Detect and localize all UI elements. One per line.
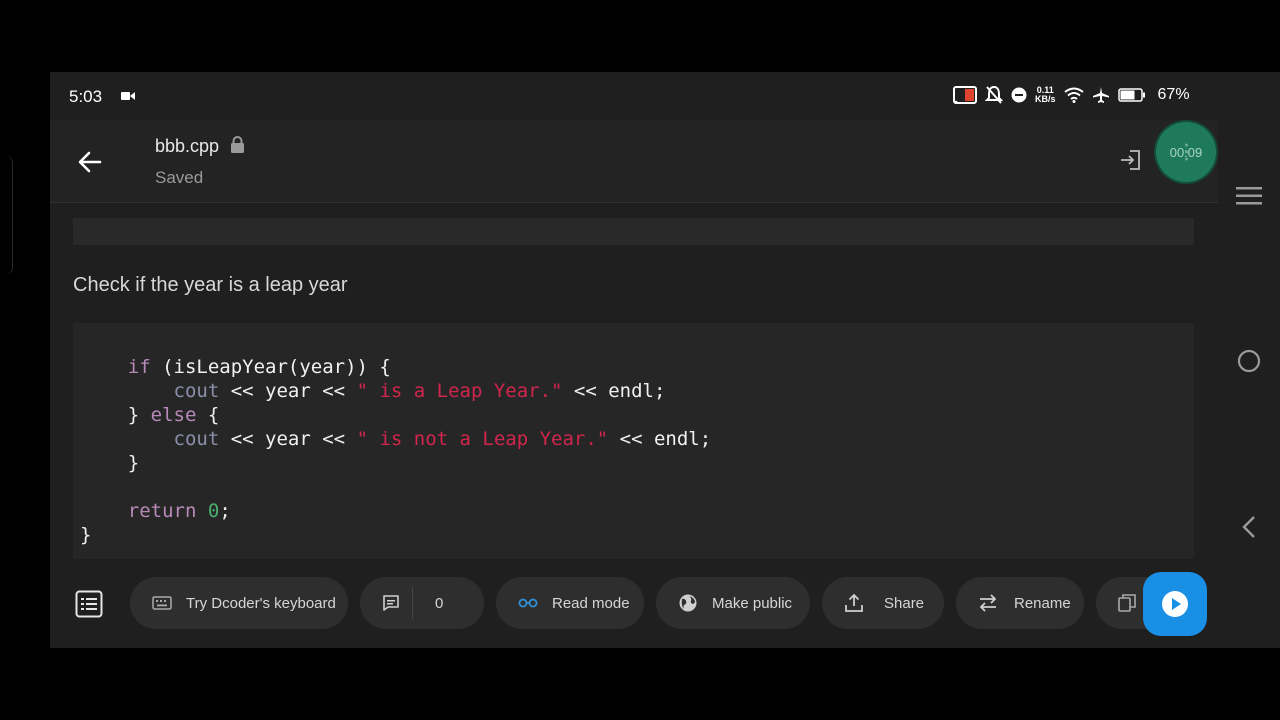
code-line: return 0; xyxy=(127,500,231,522)
battery-percentage: 67% xyxy=(1157,86,1190,103)
cast-icon xyxy=(953,86,977,104)
share-label: Share xyxy=(884,594,925,612)
system-icons: 0.11 KB/s 67% xyxy=(953,85,1190,105)
bottom-toolbar: Try Dcoder's keyboard 0 Read mode Make p… xyxy=(50,559,1218,648)
screen-record-timer[interactable]: 00:09 xyxy=(1156,122,1216,182)
code-line: } else { xyxy=(82,404,220,426)
comments-button[interactable]: 0 xyxy=(360,577,484,629)
video-camera-icon xyxy=(121,92,135,100)
read-mode-button[interactable]: Read mode xyxy=(496,577,644,629)
read-mode-label: Read mode xyxy=(552,594,630,612)
comments-count: 0 xyxy=(435,594,444,612)
bell-off-icon xyxy=(985,85,1003,104)
exit-icon[interactable] xyxy=(1118,148,1142,172)
code-line: } xyxy=(80,524,92,546)
code-line: if (isLeapYear(year)) { xyxy=(127,356,391,378)
editor-header: bbb.cpp Saved xyxy=(50,120,1218,203)
make-public-button[interactable]: Make public xyxy=(656,577,810,629)
lock-icon xyxy=(231,136,244,153)
play-icon xyxy=(1162,591,1188,617)
code-line: cout << year << " is a Leap Year." << en… xyxy=(173,380,666,402)
back-arrow-icon[interactable] xyxy=(76,148,104,176)
network-speed: 0.11 KB/s xyxy=(1035,86,1056,104)
recent-apps-icon[interactable] xyxy=(1236,186,1262,206)
code-line: } xyxy=(82,452,140,474)
device-edge xyxy=(0,155,13,275)
share-button[interactable]: Share xyxy=(822,577,944,629)
make-public-label: Make public xyxy=(712,594,793,612)
app-screen: 5:03 0.11 KB/s 67% bbb.cpp Saved 00:09 C… xyxy=(50,72,1280,648)
globe-icon xyxy=(679,594,697,612)
network-speed-unit: KB/s xyxy=(1035,94,1056,104)
run-code-button[interactable] xyxy=(1143,572,1207,636)
file-copy-icon xyxy=(1118,594,1136,612)
description-heading: Check if the year is a leap year xyxy=(73,274,348,296)
status-time: 5:03 xyxy=(69,87,103,106)
try-keyboard-button[interactable]: Try Dcoder's keyboard xyxy=(130,577,348,629)
rename-button[interactable]: Rename xyxy=(956,577,1084,629)
more-vert-icon xyxy=(1185,143,1188,161)
swap-icon xyxy=(979,594,997,612)
file-name: bbb.cpp xyxy=(155,136,220,156)
chip-divider xyxy=(412,587,413,619)
save-status: Saved xyxy=(155,168,204,187)
try-keyboard-label: Try Dcoder's keyboard xyxy=(186,594,336,612)
glasses-icon xyxy=(518,598,538,608)
battery-icon xyxy=(1117,88,1145,102)
home-icon[interactable] xyxy=(1237,349,1261,373)
airplane-icon xyxy=(1092,87,1109,103)
comment-icon xyxy=(383,595,399,611)
status-bar: 5:03 0.11 KB/s 67% xyxy=(50,72,1218,120)
rename-label: Rename xyxy=(1014,594,1071,612)
collapsed-block xyxy=(73,218,1194,245)
keyboard-icon xyxy=(152,596,172,610)
do-not-disturb-icon xyxy=(1011,87,1027,103)
nav-back-icon[interactable] xyxy=(1240,514,1258,540)
share-icon xyxy=(845,593,863,612)
wifi-icon xyxy=(1063,87,1084,103)
code-block: if (isLeapYear(year)) { cout << year << … xyxy=(73,323,1194,559)
outline-list-icon[interactable] xyxy=(75,590,103,618)
code-line: cout << year << " is not a Leap Year." <… xyxy=(173,428,712,450)
